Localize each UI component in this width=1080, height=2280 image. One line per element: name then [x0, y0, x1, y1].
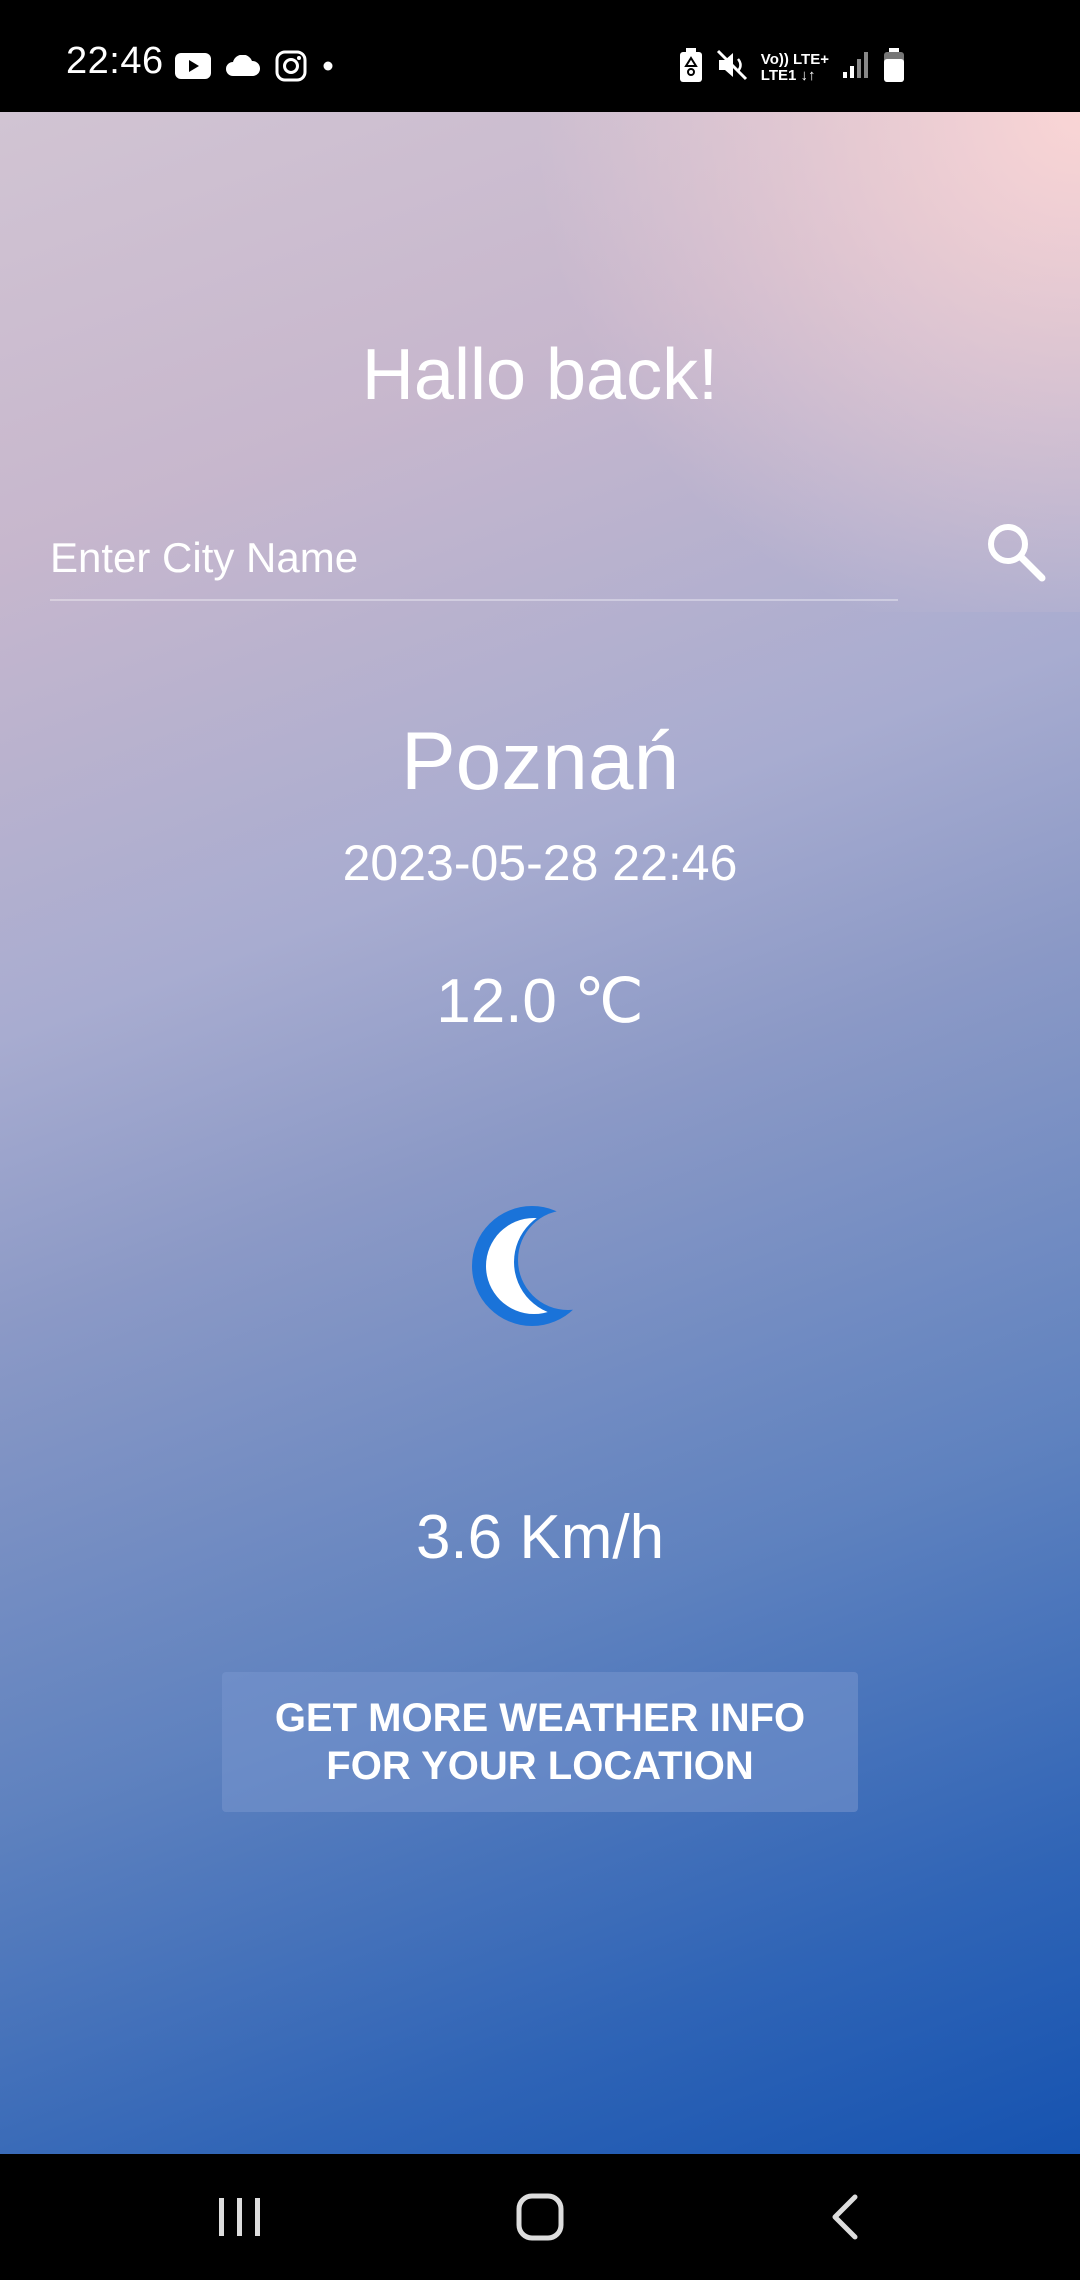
- dot-icon: [321, 59, 335, 78]
- search-button[interactable]: [980, 517, 1050, 587]
- signal-icon: [841, 50, 871, 85]
- status-bar: 22:46 Vo)) LTE+ LTE1 ↓↑: [0, 0, 1080, 112]
- instagram-icon: [275, 50, 307, 87]
- search-row: [50, 517, 1050, 617]
- status-right-icons: Vo)) LTE+ LTE1 ↓↑: [679, 48, 905, 87]
- wind-speed: 3.6 Km/h: [415, 1503, 665, 1572]
- city-search-input[interactable]: [50, 517, 898, 601]
- back-icon: [825, 2192, 865, 2247]
- moon-icon: [470, 1200, 592, 1330]
- back-button[interactable]: [805, 2184, 885, 2254]
- more-button-line-1: GET MORE WEATHER INFO: [274, 1696, 806, 1740]
- mute-icon: [715, 48, 749, 87]
- more-weather-info-button[interactable]: GET MORE WEATHER INFO FOR YOUR LOCATION: [222, 1672, 858, 1812]
- volte-line-2: LTE1 ↓↑: [760, 66, 816, 84]
- recent-apps-icon: [215, 2194, 265, 2245]
- temperature: 12.0 ℃: [436, 967, 644, 1036]
- search-icon: [984, 523, 1046, 585]
- volte-line-1: Vo)) LTE+: [760, 50, 829, 68]
- home-button[interactable]: [500, 2184, 580, 2254]
- volte-lte-icon: Vo)) LTE+ LTE1 ↓↑: [760, 50, 829, 84]
- battery-icon: [883, 48, 905, 87]
- home-icon: [515, 2192, 565, 2247]
- youtube-icon: [175, 53, 211, 84]
- status-time: 22:46: [66, 40, 164, 82]
- weather-app-screen: Hallo back! Poznań 2023-05-28 22:46 12.0…: [0, 112, 1080, 2154]
- battery-saver-icon: [679, 48, 703, 87]
- greeting-title: Hallo back!: [361, 335, 719, 415]
- date-time: 2023-05-28 22:46: [342, 835, 738, 891]
- navigation-bar: [0, 2154, 1080, 2280]
- more-button-line-2: FOR YOUR LOCATION: [326, 1744, 754, 1788]
- city-name: Poznań: [400, 716, 680, 807]
- status-left-icons: [175, 50, 335, 87]
- recent-apps-button[interactable]: [200, 2184, 280, 2254]
- cloud-icon: [225, 54, 261, 82]
